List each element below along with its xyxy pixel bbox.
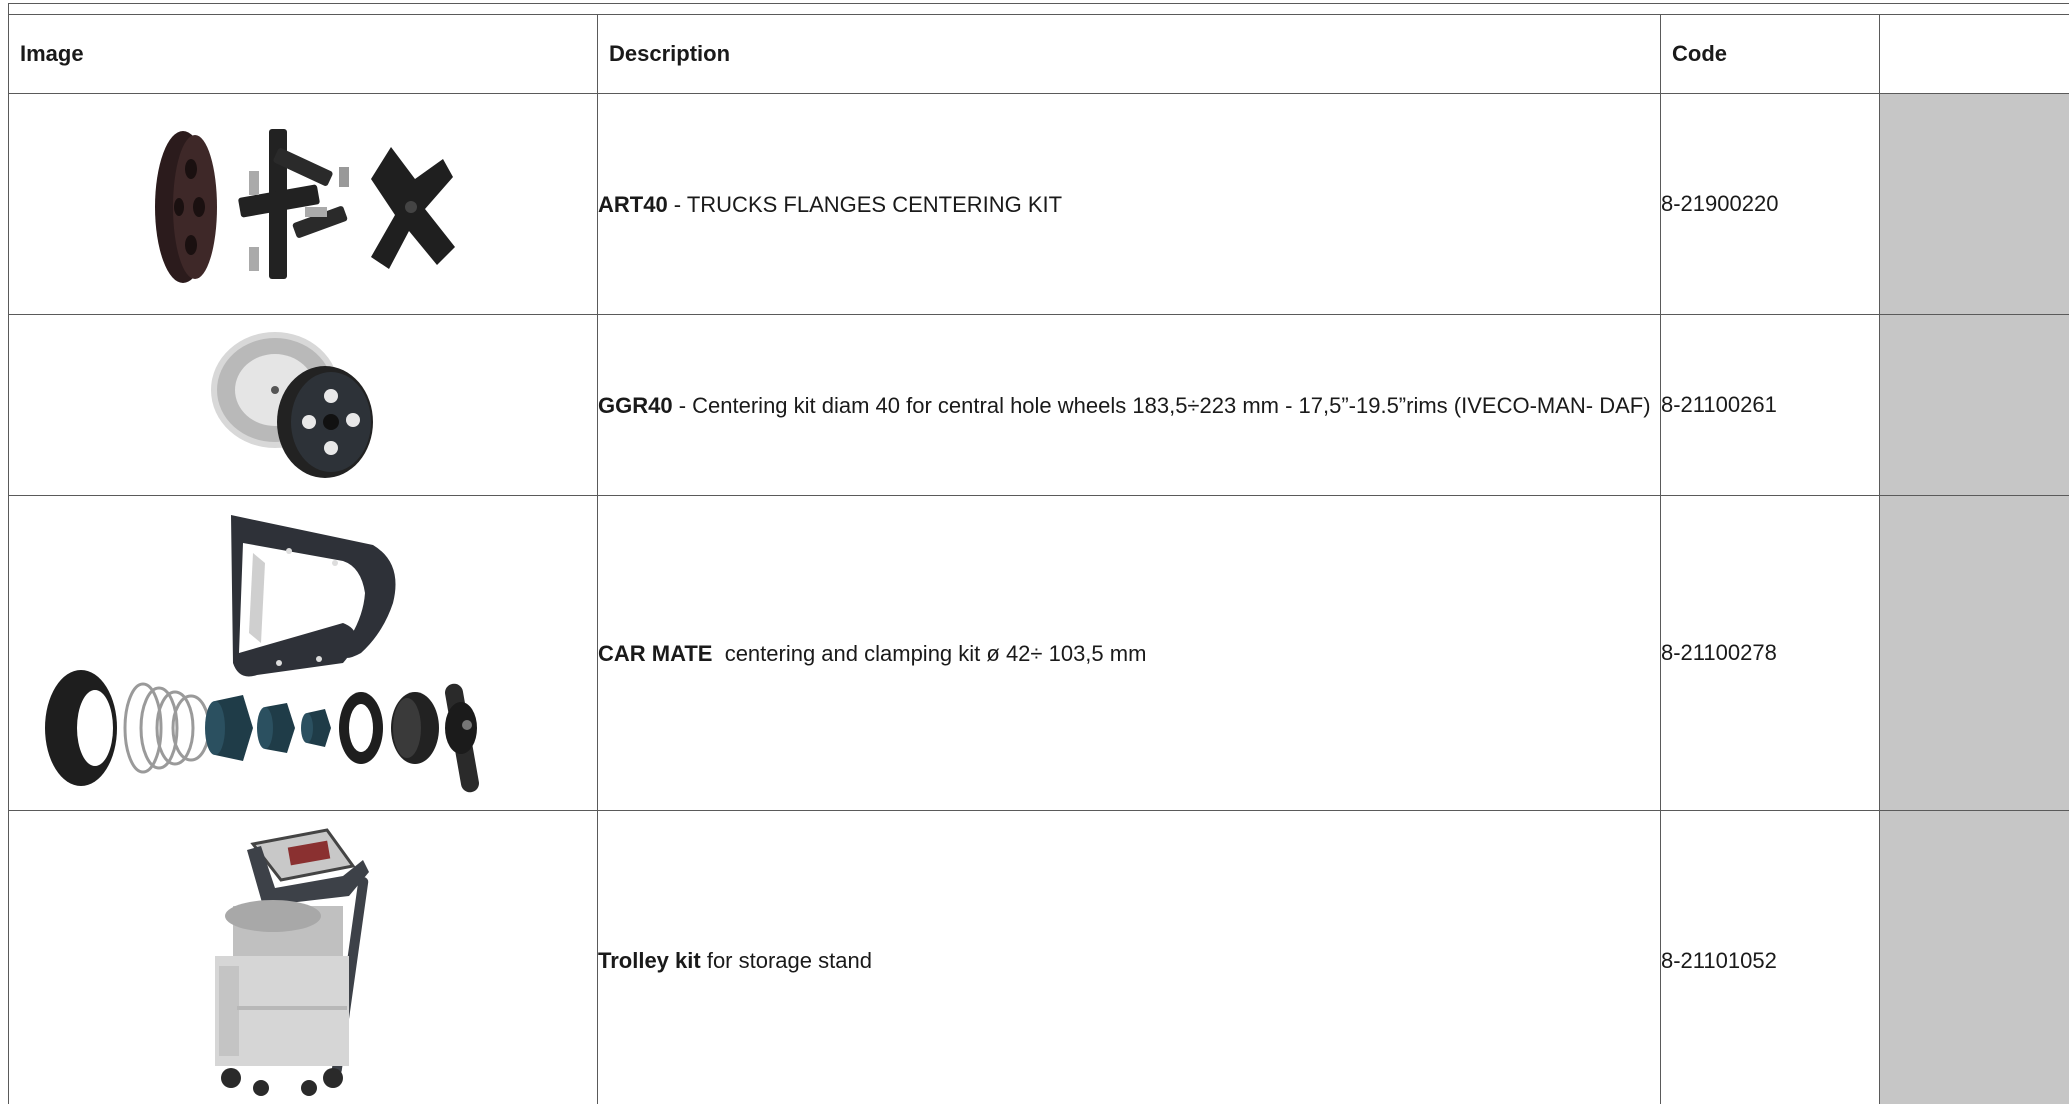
row-description: ART40 - TRUCKS FLANGES CENTERING KIT: [597, 93, 1661, 315]
row-description: Trolley kit for storage stand: [597, 810, 1661, 1104]
header-code: Code: [1660, 14, 1880, 94]
product-name: GGR40: [598, 392, 673, 418]
catalog-page: Image Description Code ART40 - TRUCKS FL…: [0, 0, 2069, 1104]
product-description: - TRUCKS FLANGES CENTERING KIT: [667, 191, 1063, 217]
header-image: Image: [8, 14, 598, 94]
product-code: 8-21101052: [1660, 810, 1880, 1104]
table-row: CAR MATE centering and clamping kit ø 42…: [8, 495, 2069, 811]
product-name: ART40: [598, 191, 668, 217]
product-name: Trolley kit: [598, 948, 701, 973]
table-row: ART40 - TRUCKS FLANGES CENTERING KIT 8-2…: [8, 93, 2069, 315]
row-description: GGR40 - Centering kit diam 40 for centra…: [597, 314, 1661, 496]
shaded-cell: [1879, 495, 2069, 811]
table-row: Trolley kit for storage stand 8-21101052: [8, 810, 2069, 1104]
header-extra: [1879, 14, 2069, 94]
product-description: centering and clamping kit ø 42÷ 103,5 m…: [712, 640, 1147, 666]
accessories-table: Image Description Code ART40 - TRUCKS FL…: [8, 14, 2069, 1104]
shaded-cell: [1879, 93, 2069, 315]
row-description: CAR MATE centering and clamping kit ø 42…: [597, 495, 1661, 811]
truck-flanges-kit-image: [8, 93, 598, 315]
clamping-kit-image: [8, 495, 598, 811]
product-code: 8-21100278: [1660, 495, 1880, 811]
header-description: Description: [597, 14, 1661, 94]
product-name: CAR MATE: [598, 640, 713, 666]
shaded-cell: [1879, 810, 2069, 1104]
centering-cone-kit-image: [8, 314, 598, 496]
shaded-cell: [1879, 314, 2069, 496]
table-header-row: Image Description Code: [8, 14, 2069, 94]
product-description: for storage stand: [700, 948, 872, 973]
table-row: GGR40 - Centering kit diam 40 for centra…: [8, 314, 2069, 496]
trolley-image: [8, 810, 598, 1104]
product-description: - Centering kit diam 40 for central hole…: [672, 392, 1651, 418]
product-code: 8-21100261: [1660, 314, 1880, 496]
product-code: 8-21900220: [1660, 93, 1880, 315]
